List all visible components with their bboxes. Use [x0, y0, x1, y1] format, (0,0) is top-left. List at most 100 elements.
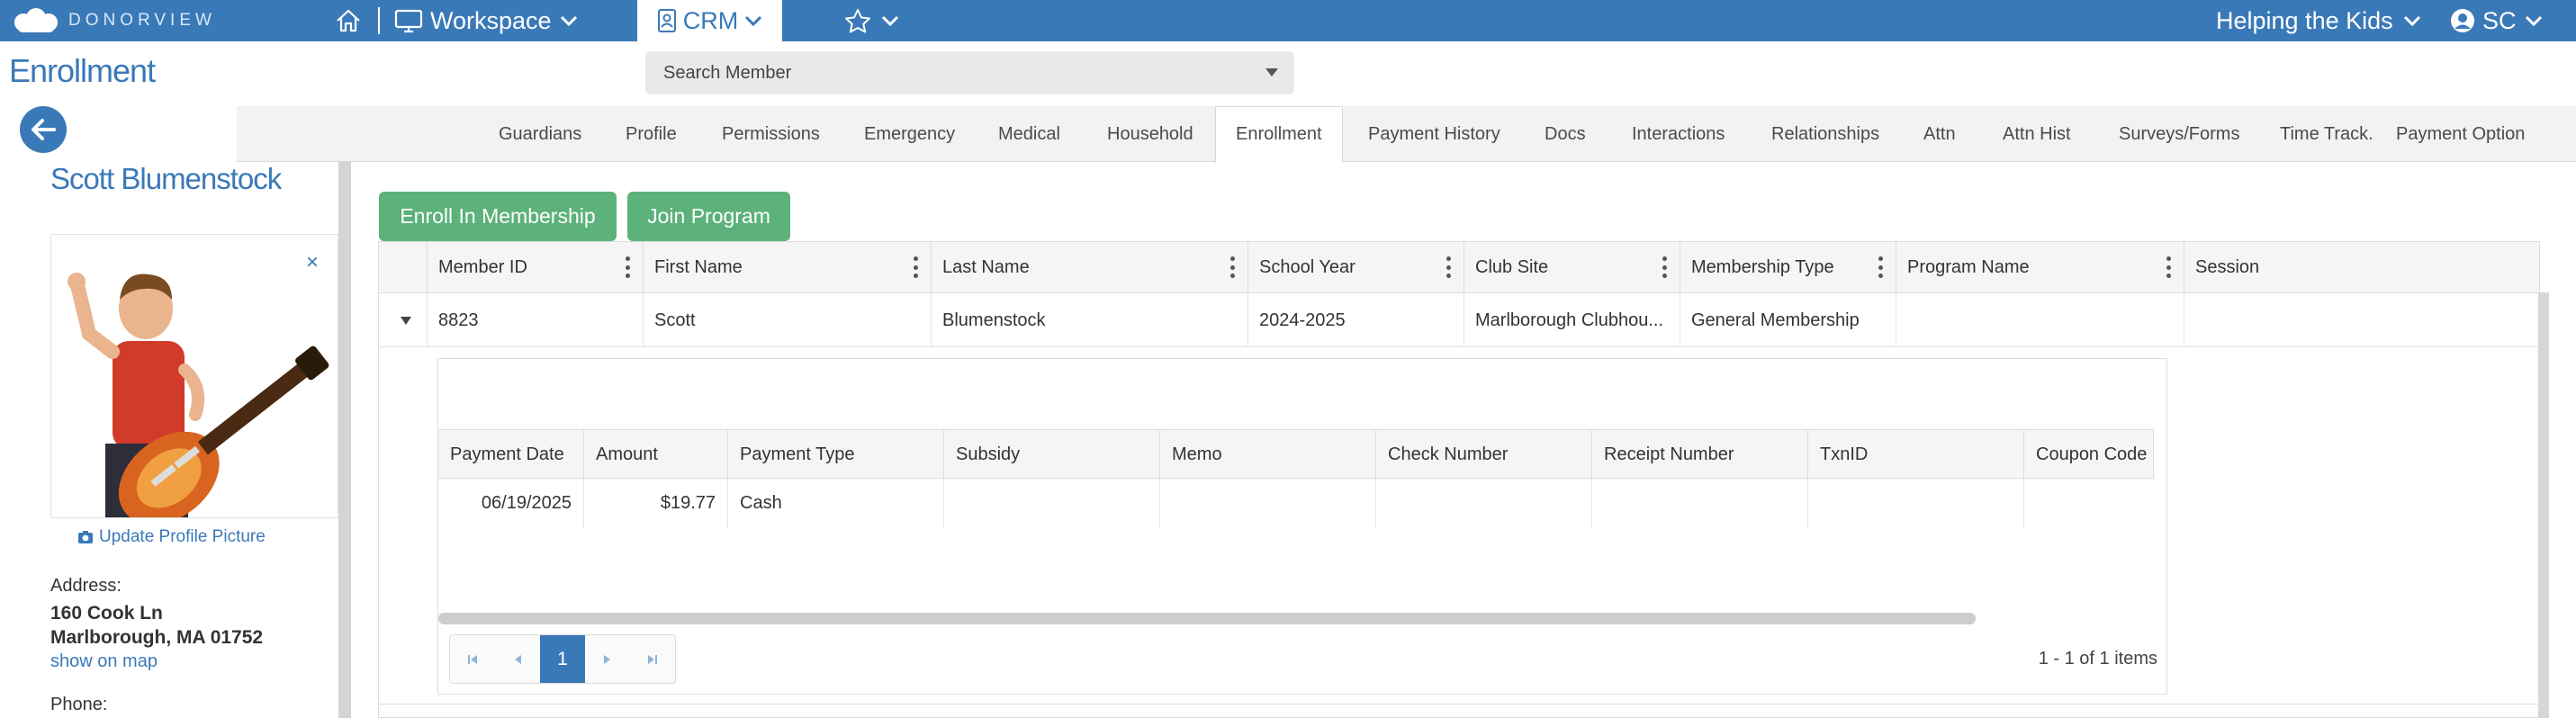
column-menu-icon[interactable]: [1878, 256, 1883, 278]
workspace-menu[interactable]: Workspace: [394, 0, 579, 41]
cell-memo: [1159, 479, 1375, 528]
last-page-button[interactable]: [630, 635, 675, 683]
grid-vertical-scrollbar[interactable]: [2538, 292, 2549, 718]
column-header-membership-type[interactable]: Membership Type: [1680, 242, 1896, 293]
cell-member-id: 8823: [427, 293, 643, 347]
profile-picture-card: [50, 234, 338, 518]
chevron-down-icon: [881, 15, 899, 27]
top-navigation-bar: DONORVIEW Workspace CRM Helping the Kids…: [0, 0, 2576, 41]
tab-surveys-forms[interactable]: Surveys/Forms: [2119, 106, 2239, 162]
column-header-first-name[interactable]: First Name: [643, 242, 931, 293]
tab-guardians[interactable]: Guardians: [499, 106, 581, 162]
tab-time-track[interactable]: Time Track.: [2280, 106, 2373, 162]
nav-divider: [378, 7, 380, 34]
update-profile-picture-link[interactable]: Update Profile Picture: [77, 527, 266, 547]
address-label: Address:: [50, 576, 122, 596]
page-number-button[interactable]: 1: [540, 635, 585, 683]
favorites-menu[interactable]: [844, 0, 900, 41]
user-menu[interactable]: SC: [2450, 0, 2544, 41]
brand-logo[interactable]: DONORVIEW: [13, 5, 216, 36]
column-header-check-number[interactable]: Check Number: [1375, 430, 1591, 479]
donorview-logo-icon: [14, 8, 58, 32]
monitor-icon: [394, 9, 423, 33]
tab-payment-history[interactable]: Payment History: [1368, 106, 1500, 162]
sidebar-scrollbar[interactable]: [338, 162, 351, 718]
column-header-payment-type[interactable]: Payment Type: [727, 430, 943, 479]
enroll-in-membership-button[interactable]: Enroll In Membership: [379, 192, 617, 241]
address-line-2: Marlborough, MA 01752: [50, 627, 264, 648]
tab-household[interactable]: Household: [1107, 106, 1193, 162]
tab-docs[interactable]: Docs: [1545, 106, 1586, 162]
column-header-amount[interactable]: Amount: [583, 430, 727, 479]
column-header-program-name[interactable]: Program Name: [1896, 242, 2184, 293]
camera-icon: [78, 531, 93, 543]
first-page-icon: [468, 654, 477, 664]
tab-payment-option[interactable]: Payment Option: [2396, 106, 2525, 162]
search-member-dropdown[interactable]: Search Member: [645, 51, 1294, 94]
tab-attn[interactable]: Attn: [1923, 106, 1956, 162]
organization-menu[interactable]: Helping the Kids: [2216, 0, 2422, 41]
chevron-down-icon: [745, 15, 762, 27]
column-header-member-id[interactable]: Member ID: [427, 242, 643, 293]
tab-profile[interactable]: Profile: [626, 106, 677, 162]
tab-attn-hist[interactable]: Attn Hist: [2003, 106, 2071, 162]
column-menu-icon[interactable]: [2166, 256, 2171, 278]
previous-page-button[interactable]: [495, 635, 540, 683]
horizontal-scrollbar-thumb[interactable]: [438, 613, 1976, 624]
table-row[interactable]: 06/19/2025 $19.77 Cash: [438, 479, 2154, 528]
payment-grid-header: Payment Date Amount Payment Type Subsidy…: [438, 429, 2154, 479]
grid-header: Member ID First Name Last Name School Ye…: [379, 242, 2539, 293]
back-button[interactable]: [20, 106, 67, 153]
home-button[interactable]: [335, 0, 362, 41]
workspace-label: Workspace: [430, 6, 552, 34]
column-menu-icon[interactable]: [1662, 256, 1667, 278]
tab-permissions[interactable]: Permissions: [722, 106, 820, 162]
tab-enrollment[interactable]: Enrollment: [1215, 106, 1343, 163]
column-header-last-name[interactable]: Last Name: [931, 242, 1247, 293]
remove-picture-button[interactable]: ×: [306, 250, 319, 275]
pagination-info: 1 - 1 of 1 items: [2038, 649, 2157, 669]
cell-last-name-link[interactable]: Blumenstock: [931, 293, 1247, 347]
next-page-button[interactable]: [585, 635, 630, 683]
tab-interactions[interactable]: Interactions: [1632, 106, 1725, 162]
cell-program-name: [1896, 293, 2184, 347]
column-header-memo[interactable]: Memo: [1159, 430, 1375, 479]
brand-name: DONORVIEW: [68, 11, 216, 30]
cell-payment-date: 06/19/2025: [481, 493, 572, 513]
arrow-left-icon: [32, 119, 56, 140]
column-menu-icon[interactable]: [625, 256, 630, 278]
join-program-button[interactable]: Join Program: [627, 192, 790, 241]
column-menu-icon[interactable]: [1229, 256, 1235, 278]
column-header-school-year[interactable]: School Year: [1247, 242, 1464, 293]
column-header-txn-id[interactable]: TxnID: [1807, 430, 2023, 479]
next-page-icon: [604, 654, 610, 664]
tab-medical[interactable]: Medical: [998, 106, 1060, 162]
column-menu-icon[interactable]: [1446, 256, 1451, 278]
show-on-map-link[interactable]: show on map: [50, 651, 158, 672]
contact-card-icon: [657, 9, 676, 32]
user-circle-icon: [2451, 9, 2474, 32]
phone-label: Phone:: [50, 695, 108, 714]
column-header-receipt-number[interactable]: Receipt Number: [1591, 430, 1807, 479]
column-header-payment-date[interactable]: Payment Date: [438, 430, 583, 479]
cell-first-name: Scott: [643, 293, 931, 347]
crm-menu[interactable]: CRM: [637, 0, 782, 41]
first-page-button[interactable]: [450, 635, 495, 683]
cell-school-year: 2024-2025: [1247, 293, 1464, 347]
table-row[interactable]: 8823 Scott Blumenstock 2024-2025 Marlbor…: [379, 293, 2539, 347]
cell-receipt-number: [1591, 479, 1807, 528]
column-header-session[interactable]: Session: [2184, 242, 2539, 293]
tab-emergency[interactable]: Emergency: [864, 106, 955, 162]
tab-relationships[interactable]: Relationships: [1771, 106, 1879, 162]
page-title: Enrollment: [9, 52, 156, 89]
expand-row-icon[interactable]: [401, 317, 411, 325]
column-header-club-site[interactable]: Club Site: [1464, 242, 1680, 293]
cell-amount: $19.77: [583, 479, 727, 528]
cell-txn-id: [1807, 479, 2023, 528]
update-profile-picture-label: Update Profile Picture: [99, 527, 266, 546]
cell-payment-type: Cash: [727, 479, 943, 528]
column-menu-icon[interactable]: [913, 256, 918, 278]
column-header-subsidy[interactable]: Subsidy: [943, 430, 1159, 479]
chevron-down-icon: [560, 15, 577, 27]
column-header-coupon-code[interactable]: Coupon Code: [2023, 430, 2154, 479]
